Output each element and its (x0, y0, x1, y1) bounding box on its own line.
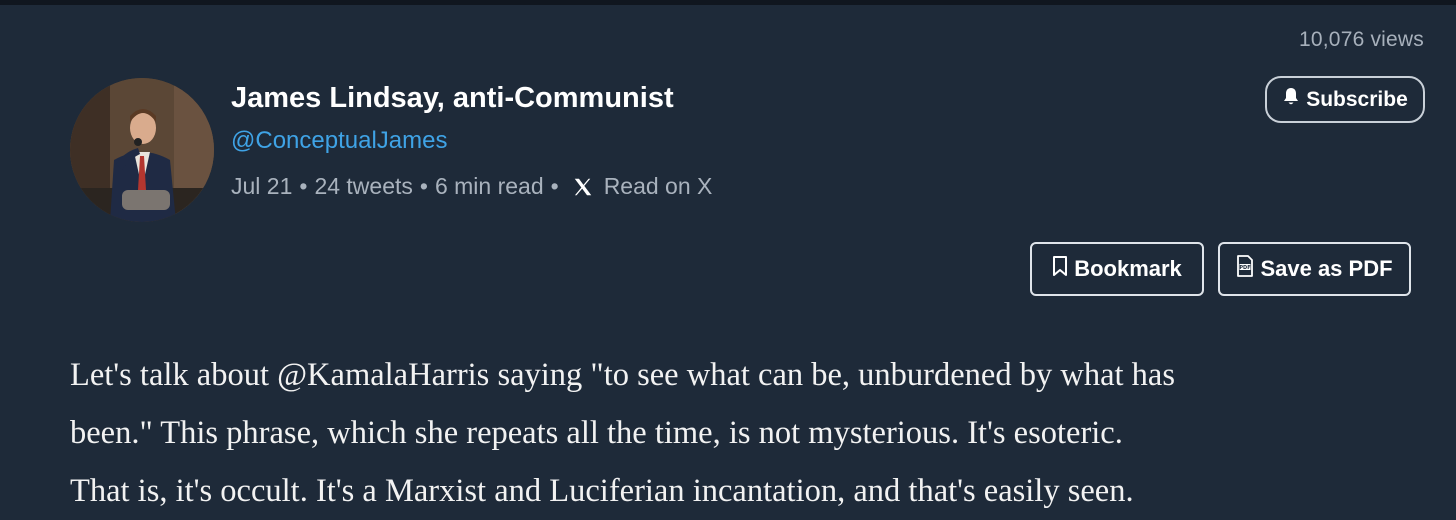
body-line: That is, it's occult. It's a Marxist and… (70, 473, 1134, 509)
meta-separator: • (550, 173, 559, 199)
bookmark-label: Bookmark (1074, 256, 1182, 281)
x-logo-icon[interactable] (572, 176, 594, 198)
read-time: 6 min read (434, 173, 544, 199)
post-date: Jul 21 (231, 173, 293, 199)
meta-separator: • (419, 173, 428, 199)
pdf-file-icon: PDF (1236, 255, 1254, 283)
author-handle-link[interactable]: @ConceptualJames (231, 127, 447, 155)
top-edge-strip (0, 0, 1456, 5)
thread-body-text: Let's talk about @KamalaHarris saying "t… (70, 346, 1440, 520)
meta-separator: • (299, 173, 308, 199)
svg-text:PDF: PDF (1240, 265, 1251, 271)
bookmark-button[interactable]: Bookmark (1030, 242, 1204, 296)
save-as-pdf-button[interactable]: PDF Save as PDF (1218, 242, 1411, 296)
bookmark-icon (1052, 255, 1068, 283)
author-name[interactable]: James Lindsay, anti-Communist (231, 82, 674, 115)
read-on-x-link[interactable]: Read on X (604, 173, 713, 200)
body-line: Let's talk about @KamalaHarris saying "t… (70, 357, 1175, 393)
body-line: been." This phrase, which she repeats al… (70, 415, 1123, 451)
subscribe-button[interactable]: Subscribe (1265, 76, 1425, 123)
bell-icon (1282, 87, 1300, 113)
avatar-photo-icon (70, 78, 214, 222)
post-meta: Jul 21 • 24 tweets • 6 min read • Read o… (231, 173, 712, 200)
tweet-count: 24 tweets (314, 173, 413, 199)
view-count: 10,076 views (1299, 28, 1424, 51)
save-as-pdf-label: Save as PDF (1260, 256, 1393, 281)
subscribe-label: Subscribe (1306, 87, 1408, 111)
author-avatar[interactable] (70, 78, 214, 222)
